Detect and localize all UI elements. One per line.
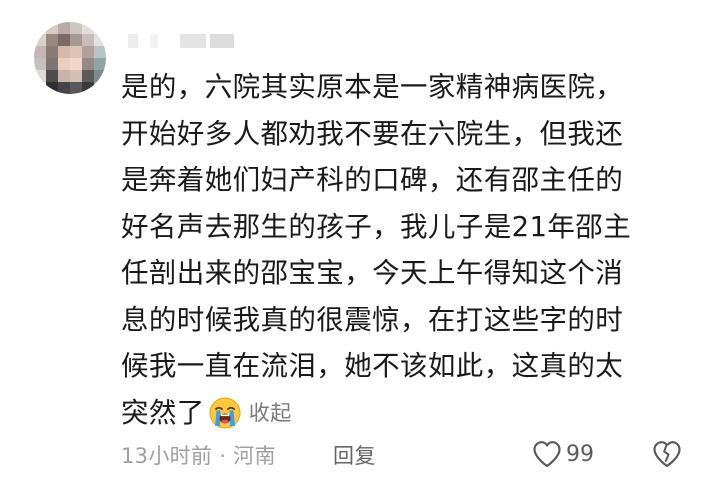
comment-line: 候我一直在流泪，她不该如此，这真的太 — [121, 350, 624, 382]
avatar[interactable] — [34, 22, 106, 94]
comment-line: 是的，六院其实原本是一家精神病医院， — [121, 71, 624, 103]
like-count: 99 — [566, 441, 594, 467]
comment-line: 任剖出来的邵宝宝，今天上午得知这个消 — [121, 257, 624, 289]
comment-line: 好名声去那生的孩子，我儿子是21年邵主 — [121, 210, 632, 243]
heart-icon — [533, 441, 561, 468]
broken-heart-icon — [653, 441, 681, 468]
dislike-button[interactable] — [652, 439, 682, 469]
comment-text: 是的，六院其实原本是一家精神病医院， 开始好多人都劝我不要在六院生，但我还 是奔… — [121, 64, 691, 436]
comment-line: 息的时候我真的很震惊，在打这些字的时 — [121, 303, 624, 336]
comment-last-line: 突然了 收起 — [121, 390, 691, 437]
comment-line: 是奔着她们妇产科的口碑，还有邵主任的 — [121, 164, 624, 196]
like-button[interactable]: 99 — [532, 438, 594, 470]
timestamp-location: 13小时前 · 河南 — [121, 444, 276, 468]
comment-line: 突然了 — [121, 396, 205, 429]
reply-button[interactable]: 回复 — [333, 440, 376, 470]
collapse-button[interactable]: 收起 — [249, 390, 292, 437]
comment-card: 是的，六院其实原本是一家精神病医院， 开始好多人都劝我不要在六院生，但我还 是奔… — [0, 0, 719, 497]
comment-footer: 13小时前 · 河南 回复 99 — [121, 436, 691, 472]
loudly-crying-face-icon — [209, 397, 241, 429]
comment-line: 开始好多人都劝我不要在六院生，但我还 — [121, 117, 624, 150]
username-redacted[interactable] — [128, 34, 238, 48]
